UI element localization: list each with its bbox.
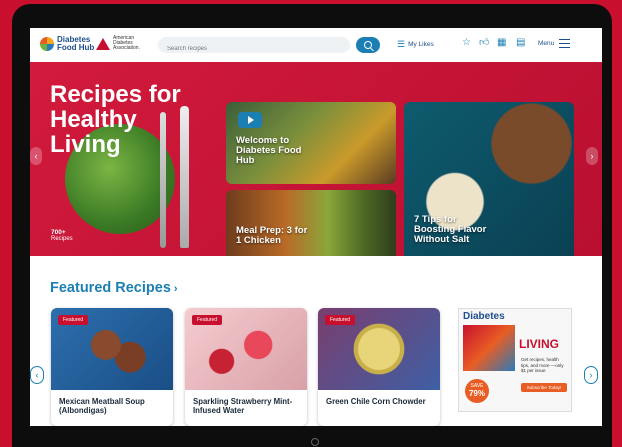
magazine-title: Diabetes xyxy=(463,311,505,322)
save-value: 79% xyxy=(468,389,485,398)
carousel-next-button[interactable]: › xyxy=(584,366,598,384)
food-hub-logo-icon xyxy=(40,37,54,51)
my-likes-link[interactable]: ☰ My Likes xyxy=(397,39,434,50)
hero-title: Recipes for Healthy Living xyxy=(50,81,181,158)
menu-label: Menu xyxy=(538,40,555,47)
chevron-right-icon: › xyxy=(173,283,178,295)
magazine-ad[interactable]: Diabetes LIVING Get recipes, health tips… xyxy=(458,308,572,412)
sliders-icon: ☰ xyxy=(397,39,406,49)
search-icon xyxy=(364,41,372,49)
recipe-name: Mexican Meatball Soup (Albondigas) xyxy=(59,397,145,415)
site-header: Diabetes Food Hub American Diabetes Asso… xyxy=(30,28,602,62)
play-icon[interactable] xyxy=(238,112,262,128)
recipe-count-value: 700+ xyxy=(51,229,66,236)
logo-text: Diabetes Food Hub xyxy=(57,35,95,52)
grocery-list-icon[interactable]: ▤ xyxy=(516,36,525,50)
my-likes-label: My Likes xyxy=(408,41,434,48)
screen: Diabetes Food Hub American Diabetes Asso… xyxy=(30,28,602,426)
recipe-photo: Featured xyxy=(318,308,440,390)
featured-title-text: Featured Recipes xyxy=(50,280,171,296)
recipe-photo: Featured xyxy=(185,308,307,390)
featured-recipes-heading[interactable]: Featured Recipes › xyxy=(50,280,178,296)
hero-next-arrow[interactable]: › xyxy=(586,147,598,165)
search-button[interactable] xyxy=(356,37,380,53)
ada-triangle-icon xyxy=(96,37,110,50)
search-input[interactable] xyxy=(158,40,319,58)
recipe-count: 700+ Recipes xyxy=(51,229,73,243)
recipe-card[interactable]: Featured Mexican Meatball Soup (Albondig… xyxy=(51,308,173,426)
menu-button[interactable]: Menu xyxy=(538,39,571,48)
search-bar xyxy=(158,37,350,58)
diabetes-food-hub-logo[interactable]: Diabetes Food Hub xyxy=(40,36,95,52)
hero-card-welcome[interactable]: Welcome to Diabetes Food Hub xyxy=(226,102,396,184)
hero-card-flavor-tips[interactable]: 7 Tips for Boosting Flavor Without Salt xyxy=(404,102,574,256)
subscribe-button[interactable]: Subscribe Today! xyxy=(521,383,567,392)
star-icon[interactable]: ☆ xyxy=(462,36,471,50)
save-badge: SAVE 79% xyxy=(465,379,489,403)
hero-prev-arrow[interactable]: ‹ xyxy=(30,147,42,165)
hero-banner: Recipes for Healthy Living 700+ Recipes … xyxy=(30,62,602,256)
hamburger-icon xyxy=(559,39,571,48)
calendar-icon[interactable]: ▦ xyxy=(497,36,506,50)
ada-logo[interactable]: American Diabetes Association. xyxy=(96,36,143,51)
recipe-name: Sparkling Strawberry Mint-Infused Water xyxy=(193,397,293,415)
featured-badge: Featured xyxy=(58,315,89,325)
ada-logo-text: American Diabetes Association. xyxy=(113,35,140,51)
featured-badge: Featured xyxy=(192,315,223,325)
hero-card-meal-prep[interactable]: Meal Prep: 3 for 1 Chicken xyxy=(226,190,396,256)
magazine-cover-image xyxy=(463,325,515,371)
recipe-photo: Featured xyxy=(51,308,173,390)
recipe-name: Green Chile Corn Chowder xyxy=(326,397,426,406)
carousel-prev-button[interactable]: ‹ xyxy=(30,366,44,384)
home-button xyxy=(311,438,319,446)
hero-card-label: Welcome to Diabetes Food Hub xyxy=(236,135,302,166)
recipe-card[interactable]: Featured Green Chile Corn Chowder xyxy=(318,308,440,426)
thumbs-up-icon[interactable]: 👍︎ xyxy=(479,36,489,50)
recipe-card[interactable]: Featured Sparkling Strawberry Mint-Infus… xyxy=(185,308,307,426)
magazine-living: LIVING xyxy=(519,337,560,351)
recipe-count-label: Recipes xyxy=(51,236,73,242)
featured-badge: Featured xyxy=(325,315,356,325)
magazine-offer: Get recipes, health tips, and more —only… xyxy=(521,357,564,373)
hero-card-label: 7 Tips for Boosting Flavor Without Salt xyxy=(414,214,487,245)
hero-card-label: Meal Prep: 3 for 1 Chicken xyxy=(236,225,308,246)
